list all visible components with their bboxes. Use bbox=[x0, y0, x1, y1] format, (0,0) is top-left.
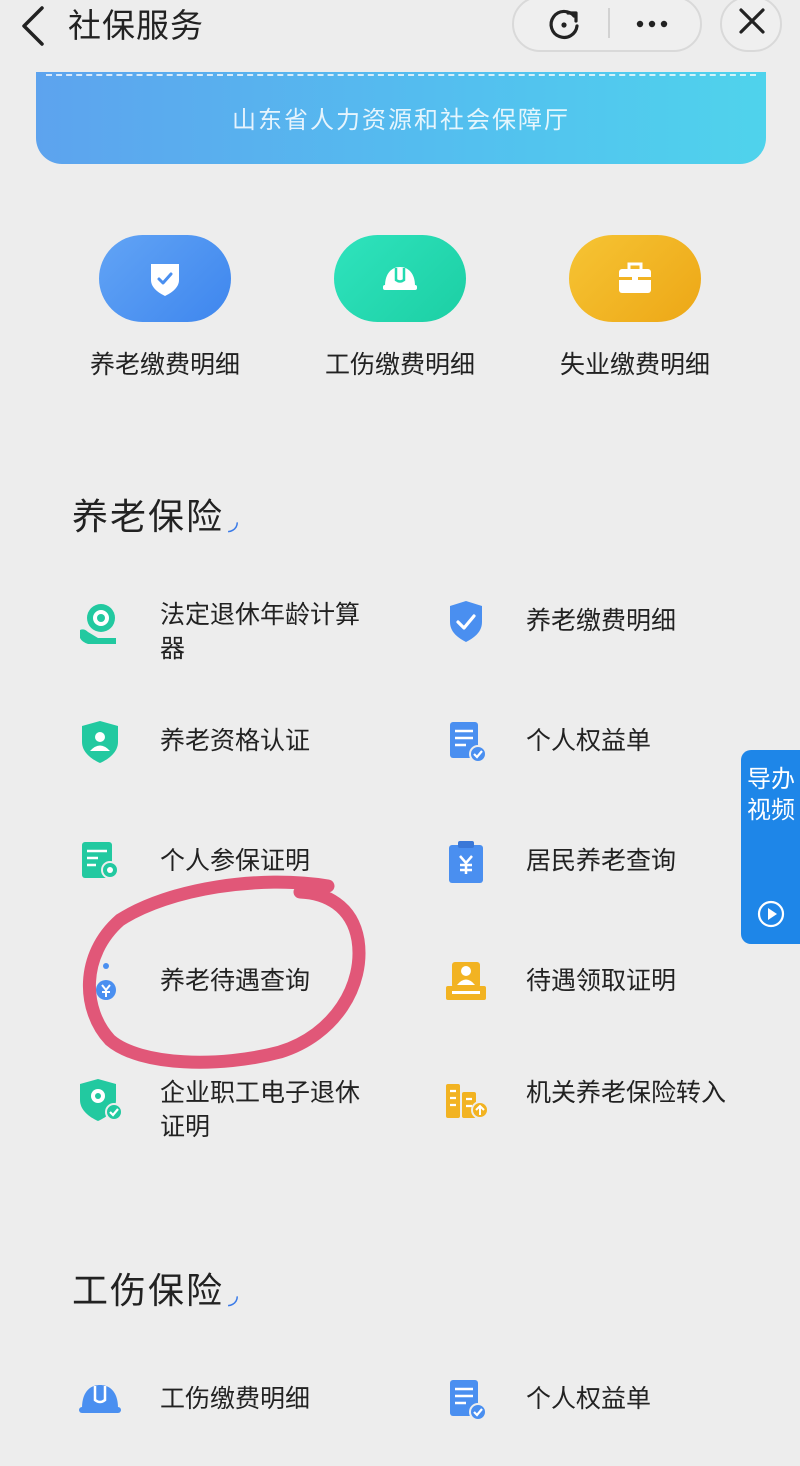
service-item-label: 机关养老保险转入 bbox=[526, 1078, 727, 1107]
service-item-label: 待遇领取证明 bbox=[526, 966, 677, 995]
service-item-benefit-receipt-certificate[interactable]: 待遇领取证明 bbox=[442, 958, 772, 1048]
quick-action-pill bbox=[334, 235, 466, 322]
service-item-label: 法定退休年龄计算器 bbox=[160, 600, 361, 663]
section-title-text: 养老保险 bbox=[72, 497, 225, 538]
section-title-pension: 养老保险 ◞ bbox=[72, 488, 240, 540]
hard-hat-icon bbox=[383, 267, 417, 290]
more-button[interactable] bbox=[632, 4, 672, 44]
service-item-label: 养老缴费明细 bbox=[526, 606, 677, 635]
quick-action-injury-payment[interactable]: 工伤缴费明细 bbox=[310, 235, 490, 395]
banner-text: 山东省人力资源和社会保障厅 bbox=[232, 106, 570, 134]
quick-action-pension-payment[interactable]: 养老缴费明细 bbox=[75, 235, 255, 395]
quick-action-pill bbox=[99, 235, 231, 322]
capsule-divider bbox=[608, 8, 610, 38]
section-title-mark: ◞ bbox=[228, 1280, 241, 1310]
service-item-injury-personal-rights[interactable]: 个人权益单 bbox=[442, 1376, 772, 1466]
service-item-retirement-e-certificate[interactable]: 企业职工电子退休证明 bbox=[76, 1076, 406, 1166]
service-item-retirement-age-calculator[interactable]: 法定退休年龄计算器 bbox=[76, 598, 406, 688]
section-title-text: 工伤保险 bbox=[72, 1271, 225, 1312]
banner-dashed-line bbox=[46, 74, 756, 76]
certificate-icon bbox=[82, 842, 119, 879]
person-card-icon bbox=[446, 962, 486, 1000]
service-item-personal-rights[interactable]: 个人权益单 bbox=[442, 718, 772, 808]
service-item-insurance-certificate[interactable]: 个人参保证明 bbox=[76, 838, 406, 928]
document-check-icon bbox=[450, 722, 487, 763]
service-item-government-pension-transfer[interactable]: 机关养老保险转入 bbox=[442, 1076, 772, 1166]
service-item-pension-payment[interactable]: 养老缴费明细 bbox=[442, 598, 772, 688]
back-button[interactable] bbox=[14, 4, 54, 48]
yuan-coin-icon bbox=[96, 963, 116, 1000]
page-title: 社保服务 bbox=[68, 6, 204, 45]
service-item-label: 居民养老查询 bbox=[526, 846, 677, 875]
refresh-icon bbox=[549, 9, 579, 39]
quick-action-label: 失业缴费明细 bbox=[559, 350, 710, 379]
section-title-work-injury: 工伤保险 ◞ bbox=[72, 1262, 240, 1314]
service-item-label: 养老资格认证 bbox=[160, 726, 311, 755]
document-check-icon bbox=[450, 1380, 487, 1421]
chevron-left-icon bbox=[22, 6, 44, 46]
top-bar: 社保服务 bbox=[0, 0, 800, 56]
more-dots-icon bbox=[636, 20, 668, 28]
service-item-label: 个人参保证明 bbox=[160, 846, 311, 875]
close-button[interactable] bbox=[720, 0, 782, 52]
service-item-label: 养老待遇查询 bbox=[160, 966, 311, 995]
building-transfer-icon bbox=[446, 1084, 489, 1119]
department-banner: 山东省人力资源和社会保障厅 bbox=[36, 72, 766, 164]
hard-hat-icon bbox=[79, 1385, 121, 1413]
mini-program-capsule bbox=[512, 0, 702, 52]
service-item-injury-payment[interactable]: 工伤缴费明细 bbox=[76, 1376, 406, 1466]
service-item-pension-qualification[interactable]: 养老资格认证 bbox=[76, 718, 406, 808]
service-item-label: 企业职工电子退休证明 bbox=[160, 1078, 361, 1141]
play-icon bbox=[757, 900, 785, 928]
service-item-label: 个人权益单 bbox=[526, 1384, 652, 1413]
section-title-mark: ◞ bbox=[228, 506, 241, 536]
guide-video-tab[interactable]: 导办视频 bbox=[741, 750, 800, 944]
service-item-label: 个人权益单 bbox=[526, 726, 652, 755]
guide-video-label: 导办视频 bbox=[747, 765, 795, 824]
service-item-pension-benefit-query[interactable]: 养老待遇查询 bbox=[76, 958, 406, 1048]
clipboard-yuan-icon bbox=[449, 841, 483, 883]
person-shield-icon bbox=[82, 721, 118, 763]
briefcase-icon bbox=[619, 262, 651, 293]
retirement-calculator-icon bbox=[80, 604, 116, 644]
quick-action-label: 工伤缴费明细 bbox=[324, 350, 475, 379]
quick-action-pill bbox=[569, 235, 701, 322]
service-item-resident-pension-query[interactable]: 居民养老查询 bbox=[442, 838, 772, 928]
shield-check-icon bbox=[450, 601, 482, 642]
quick-action-unemployment-payment[interactable]: 失业缴费明细 bbox=[545, 235, 725, 395]
shield-check-icon bbox=[151, 264, 179, 296]
close-icon bbox=[739, 8, 765, 34]
refresh-button[interactable] bbox=[544, 4, 584, 44]
service-item-label: 工伤缴费明细 bbox=[160, 1384, 311, 1413]
retirement-certificate-icon bbox=[80, 1079, 123, 1121]
quick-action-label: 养老缴费明细 bbox=[89, 350, 240, 379]
